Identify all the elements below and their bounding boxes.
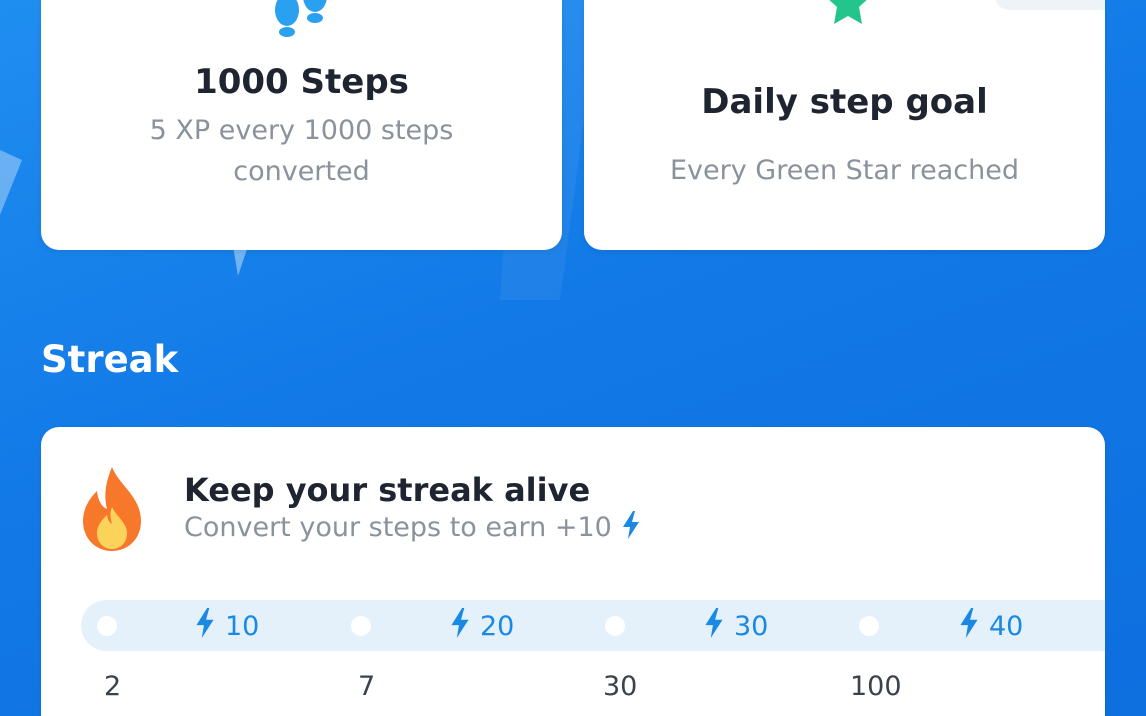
- milestone-day-label: 2: [104, 671, 122, 702]
- milestone-reward-value: 10: [225, 610, 260, 642]
- milestone-dot: [351, 616, 371, 636]
- milestone-dot: [859, 616, 879, 636]
- milestone-reward: 20: [450, 607, 515, 645]
- footsteps-icon: [273, 0, 333, 42]
- streak-subtitle-row: Convert your steps to earn +10: [184, 511, 640, 546]
- milestone-reward: 40: [959, 607, 1024, 645]
- daily-goal-reward-card: Daily step goal Every Green Star reached: [584, 0, 1105, 250]
- card-description: 5 XP every 1000 steps converted: [149, 115, 454, 187]
- milestone-dot: [97, 616, 117, 636]
- milestone-reward: 30: [704, 607, 769, 645]
- bolt-icon: [450, 607, 470, 645]
- bolt-icon: [195, 607, 215, 645]
- milestone-dot: [605, 616, 625, 636]
- flame-icon: [81, 467, 143, 555]
- streak-subtitle: Convert your steps to earn +10: [184, 512, 612, 543]
- milestone-reward-value: 20: [480, 610, 515, 642]
- bolt-icon: [959, 607, 979, 645]
- card-title: Daily step goal: [701, 82, 988, 122]
- steps-reward-card: 1000 Steps 5 XP every 1000 steps convert…: [41, 0, 562, 250]
- streak-title: Keep your streak alive: [184, 471, 591, 509]
- card-description: Every Green Star reached: [670, 155, 1019, 186]
- milestone-day-label: 100: [850, 671, 902, 702]
- bolt-icon: [704, 607, 724, 645]
- milestone-reward-value: 40: [989, 610, 1024, 642]
- section-heading-streak: Streak: [41, 338, 179, 381]
- milestone-reward: 10: [195, 607, 260, 645]
- streak-progress-track: 10 20 30 40: [81, 600, 1105, 651]
- card-title: 1000 Steps: [194, 62, 409, 102]
- bolt-icon: [622, 511, 640, 546]
- milestone-reward-value: 30: [734, 610, 769, 642]
- streak-card: Keep your streak alive Convert your step…: [41, 427, 1105, 716]
- corner-badge: [995, 0, 1105, 10]
- milestone-day-label: 30: [603, 671, 638, 702]
- green-star-icon: [824, 0, 872, 36]
- milestone-day-label: 7: [358, 671, 376, 702]
